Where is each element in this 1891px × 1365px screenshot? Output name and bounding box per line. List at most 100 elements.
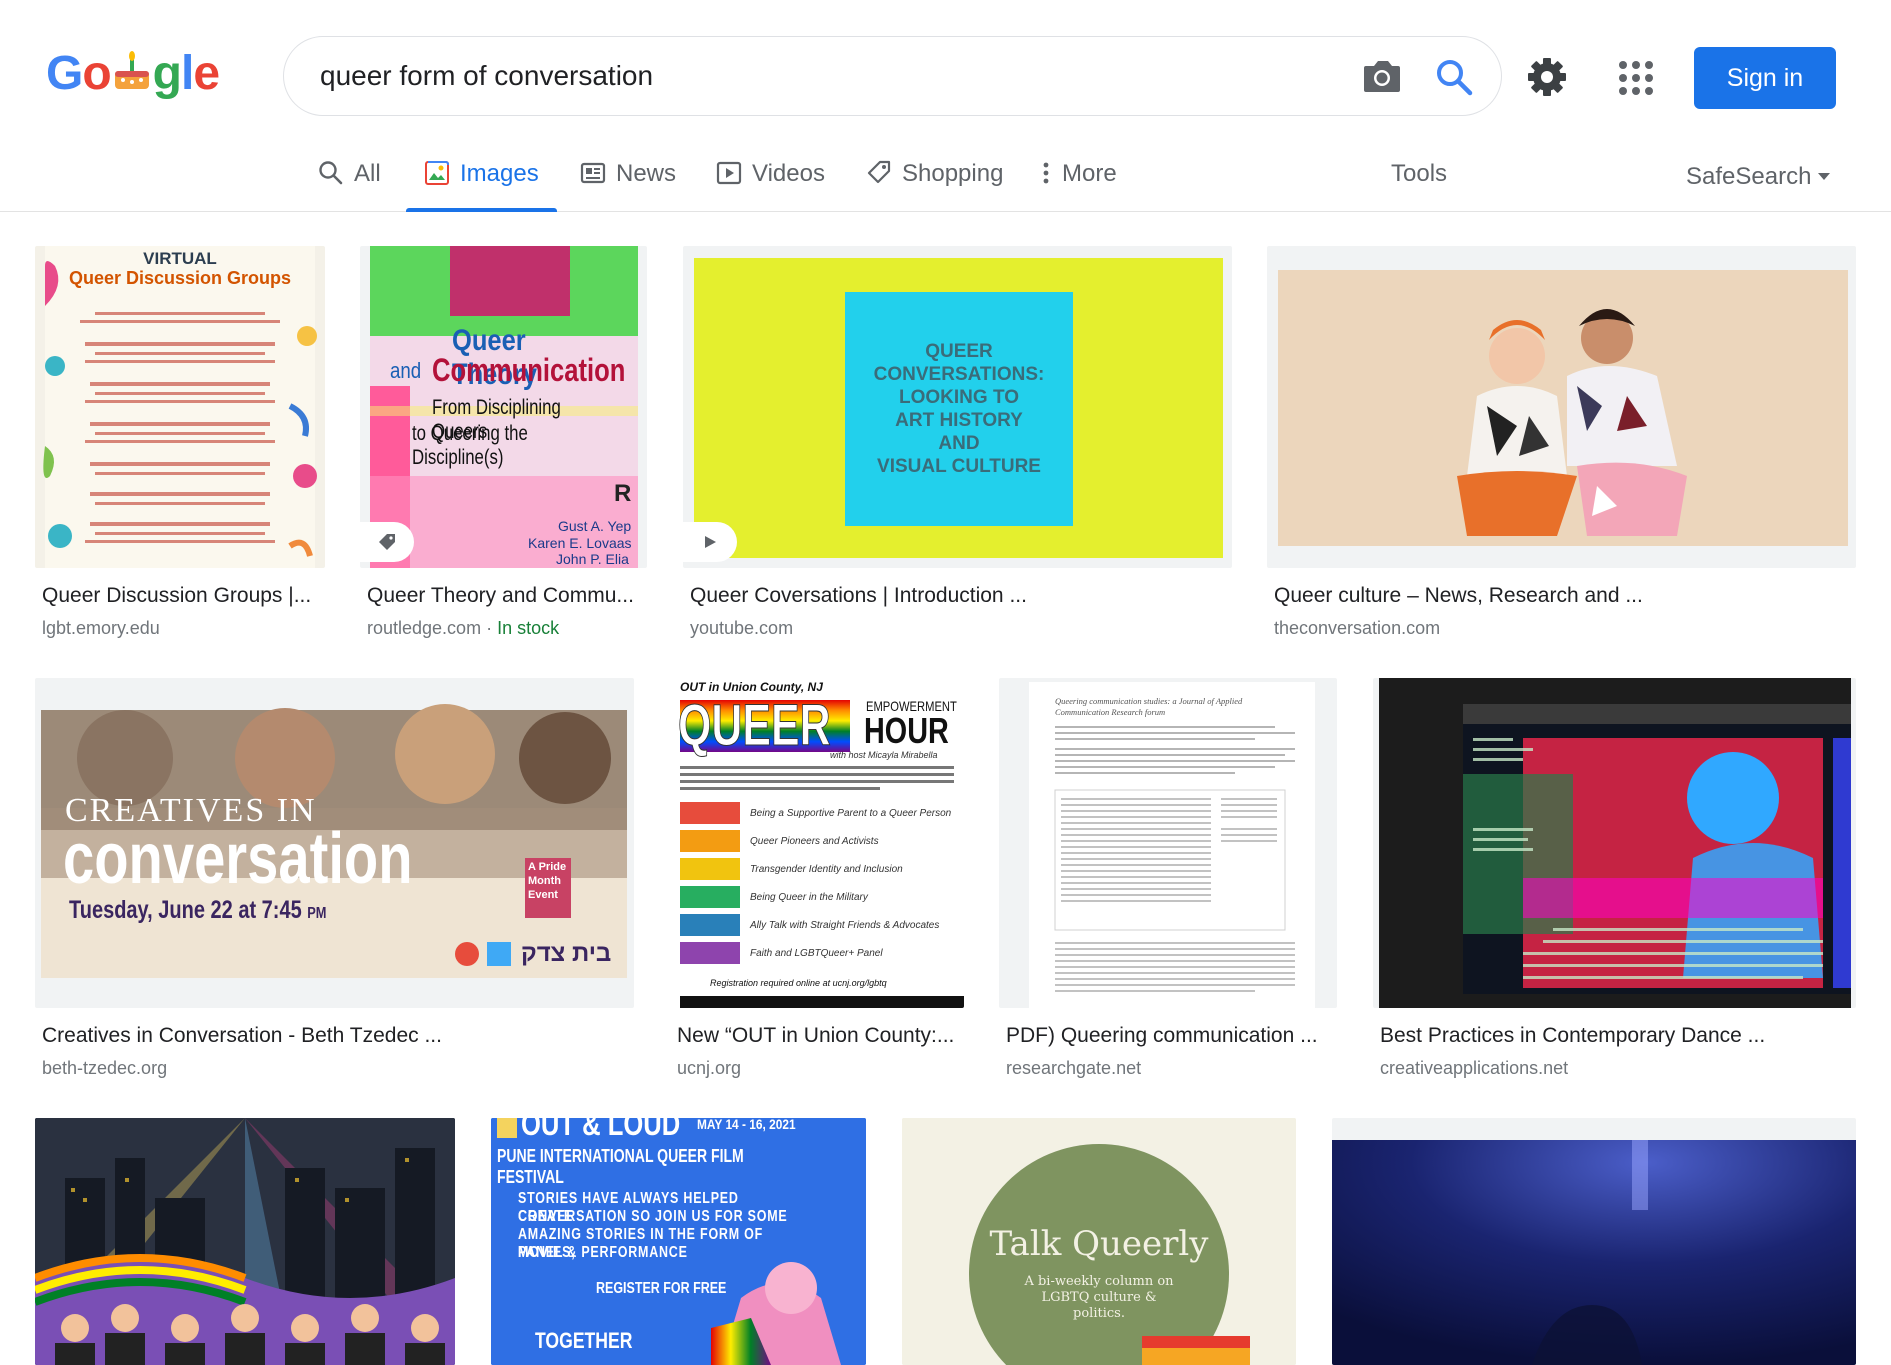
result-thumbnail[interactable]: OUT & LOUD MAY 14 - 16, 2021 PUNE INTERN… [491, 1118, 866, 1365]
illustration-crowd-art [35, 1118, 455, 1365]
result-caption[interactable]: Queer culture – News, Research and ... [1274, 584, 1854, 608]
google-logo[interactable]: Go gle [46, 47, 220, 100]
video-title-line-2: CONVERSATIONS: [873, 364, 1045, 385]
shopping-tag-badge [360, 522, 414, 562]
tab-videos[interactable]: Videos [716, 148, 825, 212]
video-title-block: QUEER CONVERSATIONS: LOOKING TO ART HIST… [845, 340, 1073, 478]
search-box[interactable] [283, 36, 1502, 116]
result-caption[interactable]: Best Practices in Contemporary Dance ... [1380, 1024, 1860, 1048]
result-source[interactable]: youtube.com [690, 618, 793, 639]
result-source[interactable]: ucnj.org [677, 1058, 741, 1079]
logo-letter-g2: g [152, 47, 182, 100]
result-caption[interactable]: PDF) Queering communication ... [1006, 1024, 1340, 1048]
result-source[interactable]: researchgate.net [1006, 1058, 1141, 1079]
search-input[interactable] [320, 55, 1270, 97]
poster-art [43, 246, 317, 568]
festival-together: TOGETHER [535, 1328, 633, 1353]
gear-icon[interactable] [1526, 56, 1568, 98]
result-thumbnail[interactable] [35, 1118, 455, 1365]
tab-news[interactable]: News [580, 148, 676, 212]
source-domain: routledge.com [367, 618, 482, 638]
play-icon [716, 161, 742, 185]
flyer-topic-4: Being Queer in the Military [750, 892, 868, 903]
tab-all[interactable]: All [318, 148, 381, 212]
paper-title-2: Communication Research forum [1055, 707, 1166, 717]
festival-body-4: PANEL & PERFORMANCE [518, 1244, 688, 1261]
apps-grid-icon[interactable] [1618, 60, 1654, 96]
result-thumbnail[interactable]: Queer Theory and Communication From Disc… [360, 246, 647, 568]
result-thumbnail[interactable] [1267, 246, 1856, 568]
flyer-title: QUEER [678, 693, 831, 759]
logo-letter-o: o [82, 47, 111, 100]
tab-images[interactable]: Images [406, 148, 557, 212]
banner-date-pm: PM [307, 905, 327, 922]
result-thumbnail[interactable]: Talk Queerly A bi-weekly column on LGBTQ… [902, 1118, 1296, 1365]
tag-icon [867, 160, 891, 184]
book-author-1: Gust A. Yep [558, 518, 632, 534]
banner-title: conversation [63, 819, 413, 899]
festival-name: PUNE INTERNATIONAL QUEER FILM FESTIVAL [497, 1146, 744, 1187]
logo-letter-e: e [193, 47, 220, 100]
result-caption[interactable]: Queer Coversations | Introduction ... [690, 584, 1230, 608]
video-title-line-1: QUEER [925, 341, 993, 362]
column-tagline: A bi-weekly column on LGBTQ culture & po… [902, 1274, 1296, 1322]
publisher-logo: R [614, 480, 632, 507]
result-source[interactable]: theconversation.com [1274, 618, 1440, 639]
cake-doodle-icon [109, 49, 155, 95]
search-tabs: All Images News Videos Shopping More [0, 148, 1891, 212]
flyer-topic-3: Transgender Identity and Inclusion [750, 864, 903, 875]
flyer-registration: Registration required online at ucnj.org… [710, 978, 887, 988]
result-thumbnail[interactable]: QUEER CONVERSATIONS: LOOKING TO ART HIST… [683, 246, 1232, 568]
video-title-line-5: AND [938, 433, 980, 454]
result-thumbnail[interactable]: Queering communication studies: a Journa… [999, 678, 1337, 1008]
poster-title-small: VIRTUAL [143, 249, 217, 268]
dark-stage-photo-art [1332, 1140, 1856, 1365]
result-source[interactable]: lgbt.emory.edu [42, 618, 160, 639]
poster-title: Queer Discussion Groups [68, 268, 292, 288]
camera-icon[interactable] [1362, 57, 1402, 95]
result-thumbnail[interactable]: OUT in Union County, NJ QUEER EMPOWERMEN… [670, 678, 964, 1008]
tab-label: All [354, 160, 381, 187]
tools-button[interactable]: Tools [1391, 160, 1447, 188]
more-vert-icon [1043, 162, 1049, 184]
festival-title: OUT & LOUD [521, 1118, 681, 1142]
result-caption[interactable]: Queer Theory and Commu... [367, 584, 647, 608]
result-source[interactable]: routledge.com · In stock [367, 618, 559, 639]
result-thumbnail[interactable] [1373, 678, 1856, 1008]
book-author-2: Karen E. Lovaas [528, 535, 632, 551]
result-caption[interactable]: New “OUT in Union County:... [677, 1024, 967, 1048]
flyer-topic-1: Being a Supportive Parent to a Queer Per… [750, 808, 952, 819]
banner-hebrew-logo: בית צדק [521, 940, 612, 967]
caret-down-icon [1818, 173, 1831, 180]
image-icon [425, 161, 449, 185]
safesearch-label: SafeSearch [1686, 163, 1812, 190]
result-thumbnail[interactable]: VIRTUAL Queer Discussion Groups [35, 246, 325, 568]
column-tagline-1: A bi-weekly column on [1024, 1274, 1174, 1289]
sign-in-button[interactable]: Sign in [1694, 47, 1836, 109]
search-icon[interactable] [1434, 57, 1474, 97]
tab-more[interactable]: More [1040, 148, 1117, 212]
newspaper-icon [580, 162, 606, 184]
play-icon [705, 536, 716, 548]
result-source[interactable]: creativeapplications.net [1380, 1058, 1568, 1079]
result-thumbnail[interactable]: CREATIVES IN conversation A Pride Month … [35, 678, 634, 1008]
video-badge [683, 522, 737, 562]
safesearch-dropdown[interactable]: SafeSearch [1686, 163, 1831, 191]
result-thumbnail[interactable] [1332, 1118, 1856, 1365]
column-tagline-2: LGBTQ culture & [1041, 1290, 1157, 1305]
festival-register: REGISTER FOR FREE [596, 1280, 727, 1297]
flyer-topic-2: Queer Pioneers and Activists [750, 836, 879, 847]
banner-date: Tuesday, June 22 at 7:45 PM [69, 896, 326, 925]
tab-label: News [616, 160, 677, 187]
result-caption[interactable]: Queer Discussion Groups |... [42, 584, 332, 608]
flyer-host: with host Micayla Mirabella [830, 750, 938, 760]
result-caption[interactable]: Creatives in Conversation - Beth Tzedec … [42, 1024, 632, 1048]
video-title-line-4: ART HISTORY [895, 410, 1023, 431]
tab-label: Videos [752, 160, 825, 187]
photo-couple-art [1278, 270, 1848, 546]
tab-label: Images [460, 160, 539, 187]
tab-shopping[interactable]: Shopping [866, 148, 1003, 212]
result-source[interactable]: beth-tzedec.org [42, 1058, 167, 1079]
stock-status: In stock [497, 618, 560, 638]
banner-date-text: Tuesday, June 22 at 7:45 [69, 896, 302, 924]
